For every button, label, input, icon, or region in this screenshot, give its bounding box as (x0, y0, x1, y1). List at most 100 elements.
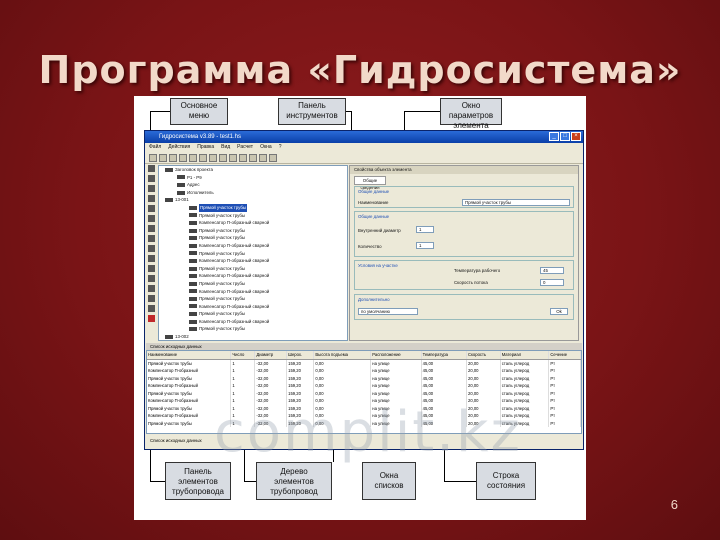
save-icon[interactable] (169, 153, 177, 162)
column-header[interactable]: Материал (500, 351, 550, 360)
temp-field[interactable]: 45 (540, 267, 564, 274)
bend-element-icon[interactable] (147, 215, 155, 222)
tree-node[interactable]: Исполнитель (159, 189, 347, 197)
tree-node[interactable]: Прямой участок трубы (159, 265, 347, 273)
tree-node[interactable]: Компенсатор П-образный сварной (159, 303, 347, 311)
length-field[interactable]: 1 (416, 242, 434, 249)
tree-node[interactable]: Заголовок проекта (159, 166, 347, 174)
tree-node-label: Прямой участок трубы (199, 280, 246, 286)
inner-diam-field[interactable]: 1 (416, 226, 434, 233)
column-header[interactable]: Расположение (370, 351, 422, 360)
help-icon[interactable] (269, 153, 277, 162)
tree-node[interactable]: Компенсатор П-образный сварной (159, 219, 347, 227)
window-titlebar: Гидросистема v3.89 - test1.hs _ □ × (145, 131, 583, 143)
table-row[interactable]: Прямой участок трубы 1 -32,00 159,20 0,00 на … (147, 374, 581, 382)
print-icon[interactable] (179, 153, 187, 162)
table-cell: Компенсатор П-образный (147, 382, 232, 390)
tree-node[interactable]: 13-002 (159, 333, 347, 340)
menu-view[interactable]: Вид (221, 143, 230, 152)
report-icon[interactable] (249, 153, 257, 162)
tee-element-icon[interactable] (147, 235, 155, 242)
leader-line (150, 481, 165, 482)
column-header[interactable]: Сечение (548, 351, 581, 360)
open-folder-icon[interactable] (159, 153, 167, 162)
pump-element-icon[interactable] (147, 245, 155, 252)
menu-actions[interactable]: Действия (168, 143, 190, 152)
menu-help[interactable]: ? (279, 143, 282, 152)
calculate-icon[interactable] (229, 153, 237, 162)
menu-file[interactable]: Файл (149, 143, 161, 152)
pump-element-icon[interactable] (147, 255, 155, 262)
meter-element-icon[interactable] (147, 295, 155, 302)
tree-node-label: Прямой участок трубы (199, 250, 246, 256)
pipe-element-icon (189, 281, 197, 286)
tree-node[interactable]: Компенсатор П-образный сварной (159, 272, 347, 280)
table-row[interactable]: Компенсатор П-образный 1 -32,00 159,20 0,00 н… (147, 367, 581, 375)
filter-element-icon[interactable] (147, 265, 155, 272)
table-row[interactable]: Компенсатор П-образный 1 -32,00 159,20 0,00 н… (147, 382, 581, 390)
valve-element-icon[interactable] (147, 195, 155, 202)
column-header[interactable]: Высота подъема (313, 351, 372, 360)
tee-element-icon[interactable] (147, 225, 155, 232)
minimize-button[interactable]: _ (549, 132, 559, 141)
tree-node-label: 13-001 (175, 197, 189, 203)
bend-element-icon[interactable] (147, 205, 155, 212)
speed-field[interactable]: 0 (540, 279, 564, 286)
table-icon[interactable] (239, 153, 247, 162)
tree-node[interactable]: Компенсатор П-образный сварной (159, 288, 347, 296)
tree-node-label: Прямой участок трубы (199, 203, 248, 212)
tree-node[interactable]: Компенсатор П-образный сварной (159, 257, 347, 265)
compensator-element-icon[interactable] (147, 305, 155, 312)
tree-node[interactable]: Прямой участок трубы (159, 310, 347, 318)
tree-node-label: Компенсатор П-образный сварной (199, 242, 270, 248)
menu-windows[interactable]: Окна (260, 143, 272, 152)
paste-icon[interactable] (209, 153, 217, 162)
menu-calc[interactable]: Расчет (237, 143, 253, 152)
tree-node[interactable]: Прямой участок трубы (159, 325, 347, 333)
valve-element-icon[interactable] (147, 185, 155, 192)
column-header[interactable]: Число (230, 351, 256, 360)
maximize-button[interactable]: □ (560, 132, 570, 141)
pipe-element-icon[interactable] (147, 165, 155, 172)
tree-node[interactable]: 13-001 (159, 196, 347, 204)
column-header[interactable]: Диаметр (254, 351, 288, 360)
tree-node[interactable]: Прямой участок трубы (159, 212, 347, 220)
name-field[interactable]: Прямой участок трубы (462, 199, 570, 206)
tree-node[interactable]: Прямой участок трубы (159, 250, 347, 258)
delete-element-icon[interactable] (147, 315, 155, 322)
extra-select[interactable]: по умолчанию (358, 308, 418, 315)
table-row[interactable]: Прямой участок трубы 1 -32,00 159,20 0,00 на … (147, 389, 581, 397)
tab-general[interactable]: Общие сведения (354, 176, 386, 190)
tree-node[interactable]: Прямой участок трубы (159, 295, 347, 303)
tree-node[interactable]: Р1 - Р9 (159, 174, 347, 182)
settings-icon[interactable] (259, 153, 267, 162)
inner-diam-label: Внутренний диаметр (358, 228, 401, 233)
pipe-element-icon[interactable] (147, 175, 155, 182)
tree-node[interactable]: Прямой участок трубы (159, 234, 347, 242)
tree-node[interactable]: Прямой участок трубы (159, 203, 347, 212)
table-row[interactable]: Прямой участок трубы 1 -32,00 159,20 0,00 на … (147, 359, 581, 367)
tree-node[interactable]: Компенсатор П-образный сварной (159, 242, 347, 250)
table-cell: 159,20 (286, 374, 315, 382)
pipe-element-icon (189, 296, 197, 301)
column-header[interactable]: Скорость (466, 351, 501, 360)
close-button[interactable]: × (571, 132, 581, 141)
column-header[interactable]: Наименование (147, 351, 232, 360)
tree-node[interactable]: Адрес (159, 181, 347, 189)
pipe-element-icon (189, 258, 197, 263)
copy-icon[interactable] (199, 153, 207, 162)
cut-icon[interactable] (189, 153, 197, 162)
table-cell: 20,00 (466, 367, 501, 375)
length-label: Количество (358, 244, 382, 249)
delete-icon[interactable] (219, 153, 227, 162)
ok-button[interactable]: Ok (550, 308, 568, 315)
meter-element-icon[interactable] (147, 285, 155, 292)
new-file-icon[interactable] (149, 153, 157, 162)
tree-node[interactable]: Прямой участок трубы (159, 227, 347, 235)
tree-node[interactable]: Прямой участок трубы (159, 280, 347, 288)
tree-node[interactable]: Компенсатор П-образный сварной (159, 318, 347, 326)
menu-edit[interactable]: Правка (197, 143, 214, 152)
column-header[interactable]: Температура (421, 351, 468, 360)
column-header[interactable]: Шерох. (286, 351, 315, 360)
filter-element-icon[interactable] (147, 275, 155, 282)
